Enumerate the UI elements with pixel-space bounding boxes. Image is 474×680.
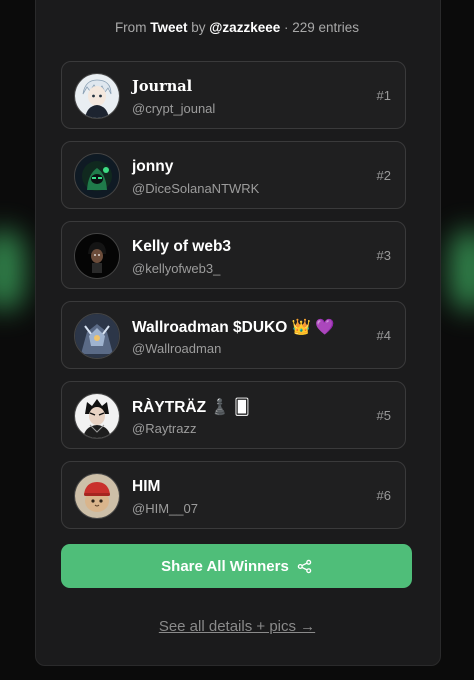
winner-handle: @HIM__07 (132, 501, 198, 516)
source-line: From Tweet by @zazzkeee · 229 entries (0, 20, 474, 35)
winner-rank: #5 (376, 408, 391, 423)
share-icon (297, 559, 312, 573)
winner-handle: @crypt_jounal (132, 101, 216, 116)
anime-boy-avatar-icon (74, 73, 120, 119)
winner-handle: @Wallroadman (132, 341, 222, 356)
source-author[interactable]: @zazzkeee (209, 20, 280, 35)
winner-card-2[interactable]: jonny @DiceSolanaNTWRK #2 (61, 141, 406, 209)
winner-handle: @kellyofweb3_ (132, 261, 221, 276)
winner-card-1[interactable]: Journal @crypt_jounal #1 (61, 61, 406, 129)
winner-card-4[interactable]: Wallroadman $DUKO 👑 💜 @Wallroadman #4 (61, 301, 406, 369)
winner-rank: #4 (376, 328, 391, 343)
winner-rank: #3 (376, 248, 391, 263)
left-green-glow (0, 230, 24, 310)
separator-dot: · (284, 20, 289, 35)
right-green-glow (450, 230, 474, 310)
winner-name: Journal (132, 78, 193, 95)
winner-card-5[interactable]: RÀYTRÄZ ♟️ 🂠 @Raytrazz #5 (61, 381, 406, 449)
details-link-row: See all details + pics → (0, 618, 474, 636)
winner-card-6[interactable]: HIM @HIM__07 #6 (61, 461, 406, 529)
winner-handle: @DiceSolanaNTWRK (132, 181, 260, 196)
winner-card-3[interactable]: Kelly of web3 @kellyofweb3_ #3 (61, 221, 406, 289)
winner-name: RÀYTRÄZ ♟️ 🂠 (132, 399, 250, 416)
winner-name: Wallroadman $DUKO 👑 💜 (132, 319, 335, 336)
winner-name: jonny (132, 158, 174, 175)
anime-character-avatar-icon (74, 393, 120, 439)
winner-handle: @Raytrazz (132, 421, 197, 436)
entries-count: 229 entries (292, 20, 360, 35)
winner-name: HIM (132, 478, 161, 495)
share-all-winners-button[interactable]: Share All Winners (61, 544, 412, 588)
green-hooded-avatar-icon (74, 153, 120, 199)
winner-rank: #2 (376, 168, 391, 183)
dark-character-avatar-icon (74, 233, 120, 279)
cat-red-cap-avatar-icon (74, 473, 120, 519)
from-label: From (114, 20, 147, 35)
see-all-details-link[interactable]: See all details + pics → (159, 618, 315, 635)
share-button-label: Share All Winners (161, 557, 289, 575)
source-platform: Tweet (150, 20, 188, 35)
winner-name: Kelly of web3 (132, 238, 232, 255)
by-label: by (191, 20, 206, 35)
armored-warrior-avatar-icon (74, 313, 120, 359)
winner-rank: #1 (376, 88, 391, 103)
winner-rank: #6 (376, 488, 391, 503)
